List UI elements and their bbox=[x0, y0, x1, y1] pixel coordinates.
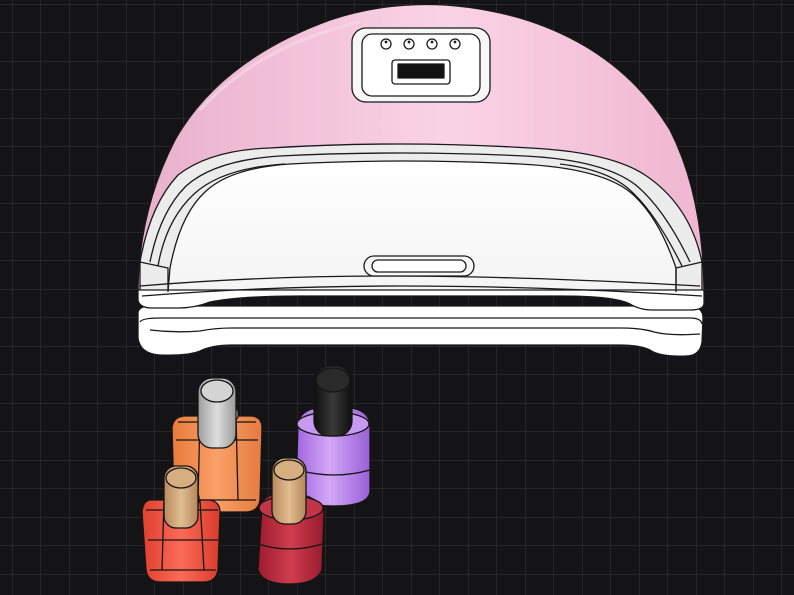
scene-canvas bbox=[0, 0, 794, 595]
lamp-handle-slot-inner bbox=[371, 259, 467, 273]
lamp-button-2 bbox=[403, 38, 415, 50]
lamp-button-1 bbox=[380, 38, 392, 50]
lamp-button-3 bbox=[426, 38, 438, 50]
cad-viewport bbox=[0, 0, 794, 595]
lamp-button-4 bbox=[449, 38, 461, 50]
lamp-display-screen bbox=[397, 63, 445, 79]
